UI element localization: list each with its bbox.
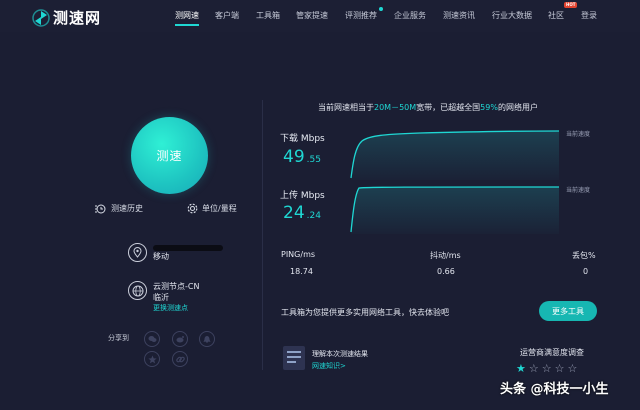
rating-stars[interactable]: ★ ☆ ☆ ☆ ☆ [516, 362, 580, 375]
summary-prefix: 当前网速相当于 [318, 103, 374, 112]
node-name: 云测节点-CN [153, 282, 200, 291]
download-graph [350, 130, 560, 180]
upload-int: 24 [283, 203, 305, 223]
download-int: 49 [283, 147, 305, 167]
start-test-label: 测速 [156, 149, 183, 163]
nav-item-client[interactable]: 客户端 [215, 10, 239, 21]
gear-icon [187, 203, 198, 214]
link-icon[interactable] [172, 351, 188, 367]
speed-summary: 当前网速相当于20M－50M宽带，已超越全国59%的网络用户 [318, 102, 538, 113]
jitter-label: 抖动/ms [430, 251, 461, 260]
loss-value: 0 [583, 267, 589, 276]
ping-value: 18.74 [290, 267, 313, 276]
ping-label: PING/ms [281, 250, 316, 259]
hot-badge: HOT [564, 2, 578, 8]
upload-current-label: 当前速度 [566, 187, 591, 194]
upload-graph [350, 186, 560, 234]
unit-label: 单位/量程 [202, 204, 237, 213]
panel-divider [262, 100, 263, 370]
nav-item-speedtest[interactable]: 测网速 [175, 10, 199, 26]
brand-logo[interactable]: 测速网 [32, 7, 101, 28]
toolbox-promo: 工具箱为您提供更多实用网络工具，快去体验吧 [281, 308, 449, 317]
logo-icon [32, 8, 50, 27]
qzone-icon[interactable] [144, 351, 160, 367]
nav-item-reviews[interactable]: 评测推荐 [345, 10, 377, 21]
nav-item-news[interactable]: 测速资讯 [443, 10, 475, 21]
star-icon[interactable]: ☆ [568, 362, 578, 375]
star-icon[interactable]: ☆ [542, 362, 552, 375]
article-icon [283, 346, 305, 370]
share-label: 分享到 [108, 334, 129, 342]
star-icon[interactable]: ★ [516, 362, 526, 375]
more-tools-button[interactable]: 更多工具 [539, 301, 597, 321]
star-icon[interactable]: ☆ [555, 362, 565, 375]
summary-suffix: 的网络用户 [497, 103, 538, 112]
upload-value: 24.24 [283, 203, 321, 223]
nav-item-boost[interactable]: 管家提速 [296, 10, 328, 21]
top-header: 测速网 测网速 客户端 工具箱 管家提速 评测推荐 企业服务 测速资讯 行业大数… [0, 0, 640, 32]
watermark: 头条 @科技一小生 [500, 382, 609, 397]
knowledge-link[interactable]: 网速知识> [312, 361, 346, 371]
upload-label: 上传 Mbps [280, 191, 325, 201]
star-icon[interactable]: ☆ [529, 362, 539, 375]
history-link[interactable]: 测速历史 [95, 203, 143, 214]
nav-item-login[interactable]: 登录 [581, 10, 597, 21]
node-city: 临沂 [153, 293, 169, 302]
download-label: 下载 Mbps [280, 134, 325, 144]
globe-icon [128, 281, 147, 300]
change-node-link[interactable]: 更换测速点 [153, 303, 199, 314]
isp-name: 移动 [153, 252, 169, 261]
survey-title: 运营商满意度调查 [520, 348, 584, 357]
loss-label: 丢包% [572, 251, 596, 260]
wechat-icon[interactable] [144, 331, 160, 347]
download-dec: .55 [306, 155, 321, 165]
isp-info: 移动 [128, 243, 223, 262]
weibo-icon[interactable] [172, 331, 188, 347]
start-test-button[interactable]: 测速 [131, 117, 208, 194]
history-icon [95, 204, 106, 213]
summary-percent: 59% [480, 103, 498, 112]
brand-name: 测速网 [53, 9, 102, 27]
upload-dec: .24 [306, 211, 321, 221]
summary-range: 20M－50M [374, 103, 417, 112]
article-title: 理解本次测速结果 [312, 350, 368, 358]
unit-link[interactable]: 单位/量程 [187, 203, 237, 214]
qq-icon[interactable] [199, 331, 215, 347]
download-current-label: 当前速度 [566, 131, 591, 138]
new-dot [379, 7, 383, 11]
nav-item-community[interactable]: 社区 [548, 10, 564, 21]
jitter-value: 0.66 [437, 267, 455, 276]
nav-item-enterprise[interactable]: 企业服务 [394, 10, 426, 21]
node-info: 云测节点-CN 临沂 更换测速点 [128, 281, 199, 314]
summary-middle: 宽带，已超越全国 [416, 103, 481, 112]
nav-item-toolbox[interactable]: 工具箱 [256, 10, 280, 21]
nav-item-bigdata[interactable]: 行业大数据 [492, 10, 532, 21]
history-label: 测速历史 [111, 204, 143, 213]
download-value: 49.55 [283, 147, 321, 167]
location-pin-icon [128, 243, 147, 262]
